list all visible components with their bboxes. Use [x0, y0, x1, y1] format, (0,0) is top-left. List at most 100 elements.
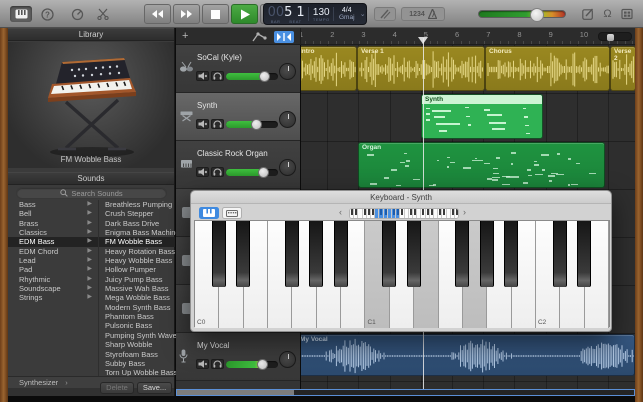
master-volume-slider[interactable] — [478, 10, 566, 18]
track-volume-slider[interactable] — [226, 73, 278, 80]
sidebar-category-lead[interactable]: Lead▶ — [8, 256, 98, 265]
sound-item[interactable]: Phantom Bass — [99, 312, 175, 321]
sidebar-category-edm-chord[interactable]: EDM Chord▶ — [8, 247, 98, 256]
track-volume-slider[interactable] — [226, 169, 278, 176]
volume-knob[interactable] — [251, 119, 262, 130]
sound-item[interactable]: Pumping Synth Waves — [99, 331, 175, 340]
timeline-ruler[interactable]: 12345678910 — [300, 28, 635, 45]
sidebar-category-edm-bass[interactable]: EDM Bass▶ — [8, 237, 98, 246]
sidebar-category-bell[interactable]: Bell▶ — [8, 209, 98, 218]
mute-button[interactable] — [196, 119, 209, 129]
track-header-my-vocal[interactable]: My Vocal — [176, 333, 300, 381]
search-sounds-field[interactable]: Search Sounds — [16, 187, 167, 199]
sound-item[interactable]: Heavy Wobble Bass — [99, 256, 175, 265]
tuner-button[interactable] — [374, 7, 396, 21]
sound-item[interactable]: Dark Bass Drive — [99, 219, 175, 228]
quick-help-button[interactable]: ? — [36, 6, 58, 22]
pan-knob[interactable] — [279, 111, 296, 128]
sound-item[interactable]: FM Wobble Bass — [99, 237, 175, 246]
scrollbar-thumb[interactable] — [177, 390, 294, 395]
sound-item[interactable]: Breathless Pumping — [99, 200, 175, 209]
black-key[interactable] — [504, 221, 518, 287]
sidebar-category-soundscape[interactable]: Soundscape▶ — [8, 284, 98, 293]
zoom-slider[interactable] — [598, 32, 632, 41]
solo-button[interactable] — [211, 167, 224, 177]
sound-item[interactable]: Styrofoam Bass — [99, 350, 175, 359]
piano-keyboard[interactable]: C0C1C2 — [194, 220, 610, 327]
black-key[interactable] — [407, 221, 421, 287]
lcd-display[interactable]: 005 1 BAR BEAT 130 TEMPO 4/4 Gmaj ⌄ — [263, 3, 367, 25]
save-button[interactable]: Save... — [137, 382, 172, 394]
sidebar-category-bass[interactable]: Bass▶ — [8, 200, 98, 209]
keyboard-range-navigator[interactable] — [349, 208, 459, 219]
catch-playhead-button[interactable] — [274, 31, 294, 43]
sidebar-category-strings[interactable]: Strings▶ — [8, 293, 98, 302]
region-intro[interactable]: Intro — [301, 46, 357, 91]
solo-button[interactable] — [211, 71, 224, 81]
black-key[interactable] — [236, 221, 250, 287]
black-key[interactable] — [480, 221, 494, 287]
region-verse-1[interactable]: Verse 1 — [357, 46, 485, 91]
sidebar-category-classics[interactable]: Classics▶ — [8, 228, 98, 237]
region-organ[interactable]: Organ — [358, 142, 605, 188]
sound-item[interactable]: Heavy Rotation Bass — [99, 247, 175, 256]
black-key[interactable] — [212, 221, 226, 287]
mute-button[interactable] — [196, 71, 209, 81]
pan-knob[interactable] — [279, 159, 296, 176]
track-header-synth[interactable]: Synth — [176, 93, 300, 141]
library-toggle-button[interactable] — [10, 6, 32, 22]
automation-icon[interactable] — [252, 31, 267, 43]
sidebar-category-brass[interactable]: Brass▶ — [8, 219, 98, 228]
volume-knob[interactable] — [257, 359, 268, 370]
sound-item[interactable]: Enigma Bass Machine — [99, 228, 175, 237]
pan-knob[interactable] — [279, 351, 296, 368]
sound-item[interactable]: Pulsonic Bass — [99, 321, 175, 330]
play-button[interactable] — [231, 4, 258, 24]
editors-button[interactable] — [92, 6, 114, 22]
track-header-classic-rock-organ[interactable]: Classic Rock Organ — [176, 141, 300, 189]
octave-down-arrow[interactable]: ‹ — [339, 207, 342, 217]
sound-item[interactable]: Massive Wah Bass — [99, 284, 175, 293]
zoom-slider-knob[interactable] — [607, 34, 614, 41]
keyboard-window[interactable]: Keyboard - Synth ‹ › C0C1C2 — [190, 190, 612, 332]
sound-item[interactable]: Hollow Pumper — [99, 265, 175, 274]
musical-typing-mode-button[interactable] — [222, 207, 242, 219]
region-synth[interactable]: Synth — [421, 94, 543, 139]
lcd-chevron[interactable]: ⌄ — [359, 4, 366, 24]
loop-browser-button[interactable]: Ω — [598, 6, 617, 22]
sound-item[interactable]: Subby Bass — [99, 359, 175, 368]
add-track-button[interactable]: + — [182, 30, 188, 42]
rewind-button[interactable] — [144, 4, 171, 24]
piano-keys-mode-button[interactable] — [199, 207, 219, 219]
pan-knob[interactable] — [279, 63, 296, 80]
delete-button[interactable]: Delete — [100, 382, 134, 394]
track-header-socal-kyle-[interactable]: SoCal (Kyle) — [176, 45, 300, 93]
keyboard-window-title[interactable]: Keyboard - Synth — [191, 191, 611, 204]
region-verse-2[interactable]: Verse 2 — [610, 46, 635, 91]
region-my-vocal[interactable]: My Vocal — [301, 334, 635, 376]
sound-item[interactable]: Modern Synth Bass — [99, 303, 175, 312]
black-key[interactable] — [334, 221, 348, 287]
sound-item[interactable]: Juicy Pump Bass — [99, 275, 175, 284]
black-key[interactable] — [455, 221, 469, 287]
black-key[interactable] — [285, 221, 299, 287]
volume-knob[interactable] — [259, 71, 270, 82]
sidebar-category-rhythmic[interactable]: Rhythmic▶ — [8, 275, 98, 284]
media-browser-button[interactable] — [617, 6, 636, 22]
black-key[interactable] — [309, 221, 323, 287]
volume-knob[interactable] — [258, 167, 269, 178]
stop-button[interactable] — [202, 4, 229, 24]
forward-button[interactable] — [173, 4, 200, 24]
track-volume-slider[interactable] — [226, 361, 278, 368]
smart-controls-button[interactable] — [66, 6, 88, 22]
solo-button[interactable] — [211, 359, 224, 369]
black-key[interactable] — [577, 221, 591, 287]
octave-up-arrow[interactable]: › — [463, 207, 466, 217]
mute-button[interactable] — [196, 359, 209, 369]
black-key[interactable] — [382, 221, 396, 287]
count-in-metronome-button[interactable]: 1234 — [401, 7, 445, 21]
region-chorus[interactable]: Chorus — [485, 46, 610, 91]
master-volume-knob[interactable] — [530, 8, 544, 22]
notepad-button[interactable] — [578, 6, 597, 22]
sound-item[interactable]: Sharp Wobble — [99, 340, 175, 349]
